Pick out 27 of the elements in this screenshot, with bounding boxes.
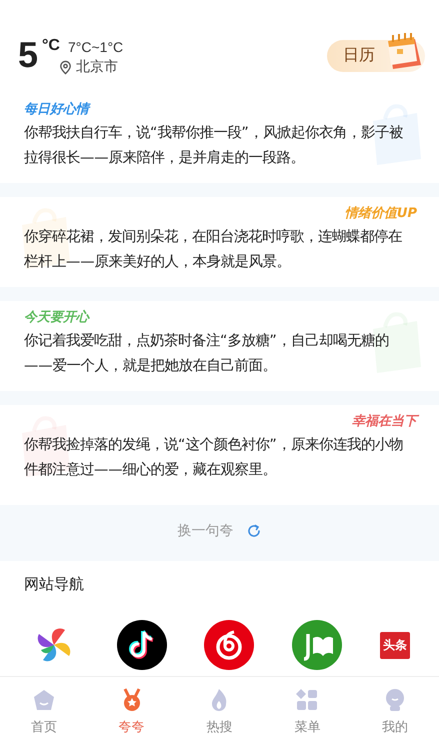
location-icon [58, 60, 73, 74]
temperature-unit: °C [42, 37, 60, 55]
tab-bar-item[interactable]: 热搜 [189, 687, 250, 737]
refresh-button[interactable]: 换一句夸 [172, 521, 268, 541]
quote-text: 你记着我爱吃甜，点奶茶时备注“多放糖”，自己却喝无糖的——爱一个人，就是把她放在自己前面。 [24, 332, 390, 376]
quote-tag: 幸福在当下 [352, 413, 417, 431]
city-name: 北京市 [76, 58, 118, 76]
temperature: 5 [18, 35, 38, 75]
refresh-icon [246, 523, 262, 539]
quote-tag: 今天要开心 [24, 309, 89, 327]
section-title: 网站导航 [23, 575, 85, 594]
book-app-icon[interactable] [292, 620, 342, 670]
tab-bar-item[interactable]: 我的 [365, 687, 426, 737]
tab-bar-item[interactable]: 夸夸 [102, 687, 162, 737]
quote-text: 你帮我扶自行车，说“我帮你推一段”，风掀起你衣角，影子被拉得很长——原来陪伴，是并肩走的一段路。 [24, 124, 404, 168]
quote-text: 你穿碎花裙，发间别朵花，在阳台浇花时哼歌，连蝴蝶都停在栏杆上——原来美好的人，本身就是风景。 [24, 228, 403, 272]
temperature-range: 7°C~1°C [68, 39, 124, 55]
quote-tag: 情绪价值UP [344, 205, 417, 223]
music-note-app-icon[interactable] [116, 620, 167, 670]
quote-text: 你帮我捡掉落的发绳，说“这个颜色衬你”，原来你连我的小物件都注意过——细心的爱，藏在观察里。 [24, 436, 404, 480]
tab-bar-item[interactable]: 首页 [14, 687, 74, 737]
tab-bar-item[interactable]: 菜单 [277, 687, 338, 737]
tab-icon [295, 688, 320, 712]
quote-tag: 每日好心情 [24, 101, 89, 119]
news-app-icon[interactable]: 头条 [380, 632, 410, 658]
music-app-icon[interactable] [204, 620, 254, 670]
tab-icon [32, 688, 56, 712]
